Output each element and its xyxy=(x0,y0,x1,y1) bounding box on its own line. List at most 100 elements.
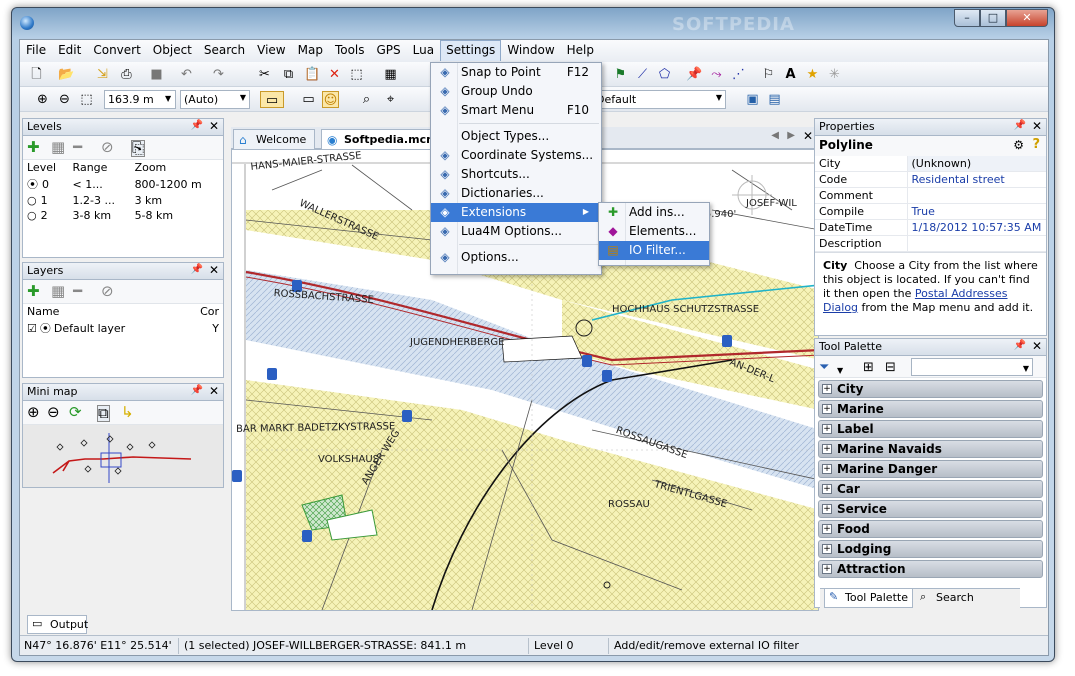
zoom-in-icon[interactable]: ⊕ xyxy=(34,91,51,108)
star-icon[interactable]: ★ xyxy=(804,66,821,83)
grid-tool-icon[interactable]: ▦ xyxy=(382,66,399,83)
menu-help[interactable]: Help xyxy=(561,40,600,61)
text-tool-icon[interactable]: A xyxy=(782,66,799,83)
settings-gear-icon[interactable]: ⚙ xyxy=(1013,138,1024,152)
property-value[interactable]: Residental street xyxy=(907,171,1046,188)
property-row[interactable]: Comment xyxy=(815,187,1046,204)
filter-icon[interactable]: ⏷ xyxy=(819,360,829,375)
column-header[interactable]: Cor xyxy=(183,304,223,319)
menu-item-smart-menu[interactable]: ◈ Smart Menu F10 xyxy=(431,101,601,120)
menu-item-shortcuts[interactable]: ◈ Shortcuts... xyxy=(431,165,601,184)
palette-group-attraction[interactable]: + Attraction xyxy=(818,560,1043,578)
menu-object[interactable]: Object xyxy=(147,40,198,61)
menu-item-extensions[interactable]: ◈ Extensions ▶ xyxy=(431,203,601,222)
radio-icon[interactable]: ⦿ xyxy=(40,322,51,335)
remove-icon[interactable]: ━ xyxy=(73,284,82,299)
property-row[interactable]: City (Unknown) xyxy=(815,156,1046,172)
zoom-rect-icon[interactable]: ⬚ xyxy=(78,91,95,108)
delete-icon[interactable]: ✕ xyxy=(326,66,343,83)
menu-view[interactable]: View xyxy=(251,40,291,61)
check-icon[interactable]: ⊘ xyxy=(101,140,114,155)
undo-icon[interactable]: ↶ xyxy=(178,66,195,83)
close-icon[interactable]: ✕ xyxy=(1032,119,1042,133)
palette-group-marine-navaids[interactable]: + Marine Navaids xyxy=(818,440,1043,458)
pin-icon[interactable]: 📌 xyxy=(191,120,203,131)
route-icon[interactable]: ⤳ xyxy=(708,66,725,83)
menu-item-lua4m-options[interactable]: ◈ Lua4M Options... xyxy=(431,222,601,241)
property-row[interactable]: Code Residental street xyxy=(815,171,1046,188)
property-value[interactable]: 1/18/2012 10:57:35 AM xyxy=(907,219,1046,236)
layer-select-icon[interactable]: ▭ xyxy=(260,91,284,108)
menu-item-group-undo[interactable]: ◈ Group Undo xyxy=(431,82,601,101)
add-icon[interactable]: ✚ xyxy=(27,284,40,299)
auto-combo[interactable]: (Auto) ▼ xyxy=(180,90,250,109)
copy-view-icon[interactable]: ⧉ xyxy=(97,405,110,422)
pin-icon[interactable]: 📌 xyxy=(1014,340,1026,351)
palette-filter-combo[interactable]: ▼ xyxy=(911,358,1033,376)
menu-item-add-ins[interactable]: ✚ Add ins... xyxy=(599,203,709,222)
palette-group-lodging[interactable]: + Lodging xyxy=(818,540,1043,558)
property-row[interactable]: DateTime 1/18/2012 10:57:35 AM xyxy=(815,219,1046,236)
close-icon[interactable]: ✕ xyxy=(209,119,219,133)
crosshair-icon[interactable]: ⌖ xyxy=(382,91,399,108)
pin-icon[interactable]: 📌 xyxy=(686,66,703,83)
window-tile-icon[interactable]: ▣ xyxy=(744,91,761,108)
column-header[interactable]: Name xyxy=(23,304,183,319)
expand-all-icon[interactable]: ⊞ xyxy=(863,360,874,375)
tab-search[interactable]: ⌕ Search xyxy=(916,589,978,608)
tab-scroll-left-icon[interactable]: ◀ xyxy=(771,130,779,141)
table-row[interactable]: ○ 1 1.2-3 ... 3 km xyxy=(23,193,223,208)
close-icon[interactable]: ✕ xyxy=(803,129,813,143)
redo-icon[interactable]: ↷ xyxy=(210,66,227,83)
property-value[interactable] xyxy=(907,187,1046,204)
menu-settings[interactable]: Settings xyxy=(440,40,502,61)
menu-convert[interactable]: Convert xyxy=(87,40,146,61)
polygon-icon[interactable]: ⬠ xyxy=(656,66,673,83)
copy-icon[interactable]: ⧉ xyxy=(280,66,297,83)
tab-welcome[interactable]: ⌂ Welcome xyxy=(233,129,316,149)
close-icon[interactable]: ✕ xyxy=(209,384,219,398)
label-tool-icon[interactable]: ⚐ xyxy=(760,66,777,83)
refresh-icon[interactable]: ⟳ xyxy=(69,405,82,420)
check-icon[interactable]: ⊘ xyxy=(101,284,114,299)
new-file-icon[interactable]: 🗋 xyxy=(28,66,45,83)
edit-icon[interactable]: ▦ xyxy=(51,140,65,155)
menu-item-elements[interactable]: ◆ Elements... xyxy=(599,222,709,241)
close-window-button[interactable]: ✕ xyxy=(1006,9,1048,27)
column-header[interactable]: Level xyxy=(23,160,69,175)
chevron-down-icon[interactable]: ▼ xyxy=(837,363,843,378)
column-header[interactable]: Range xyxy=(69,160,131,175)
checkbox[interactable]: ☑ xyxy=(27,322,37,335)
flag-icon[interactable]: ⚑ xyxy=(612,66,629,83)
window-cascade-icon[interactable]: ▤ xyxy=(766,91,783,108)
radio-icon[interactable]: ○ xyxy=(27,209,37,222)
menu-window[interactable]: Window xyxy=(501,40,560,61)
lock-view-icon[interactable]: ↳ xyxy=(121,405,134,420)
maximize-button[interactable]: □ xyxy=(980,9,1006,27)
menu-item-coordinate-systems[interactable]: ◈ Coordinate Systems... xyxy=(431,146,601,165)
palette-group-car[interactable]: + Car xyxy=(818,480,1043,498)
style-combo[interactable]: Default ▼ xyxy=(592,90,726,109)
pin-icon[interactable]: 📌 xyxy=(191,385,203,396)
minimize-button[interactable]: – xyxy=(954,9,980,27)
snowflake-icon[interactable]: ✳ xyxy=(826,66,843,83)
save-icon[interactable]: ■ xyxy=(148,66,165,83)
remove-icon[interactable]: ━ xyxy=(73,140,82,155)
menu-search[interactable]: Search xyxy=(198,40,251,61)
pin-icon[interactable]: 📌 xyxy=(191,264,203,275)
node-icon[interactable]: ⋰ xyxy=(730,66,747,83)
menu-item-snap-to-point[interactable]: ◈ Snap to Point F12 xyxy=(431,63,601,82)
smiley-icon[interactable]: ☺ xyxy=(322,91,339,108)
table-row[interactable]: ☑ ⦿ Default layer Y xyxy=(23,319,223,337)
menu-gps[interactable]: GPS xyxy=(371,40,407,61)
close-icon[interactable]: ✕ xyxy=(1032,339,1042,353)
property-value[interactable]: True xyxy=(907,203,1046,220)
property-row[interactable]: Compile True xyxy=(815,203,1046,220)
collapse-all-icon[interactable]: ⊟ xyxy=(885,360,896,375)
import-icon[interactable]: ⇲ xyxy=(94,66,111,83)
properties-icon[interactable]: ⎘ xyxy=(131,140,146,157)
property-value[interactable]: (Unknown) xyxy=(907,156,1046,172)
menu-tools[interactable]: Tools xyxy=(329,40,371,61)
zoom-in-icon[interactable]: ⊕ xyxy=(27,405,40,420)
paste-icon[interactable]: 📋 xyxy=(304,66,321,83)
